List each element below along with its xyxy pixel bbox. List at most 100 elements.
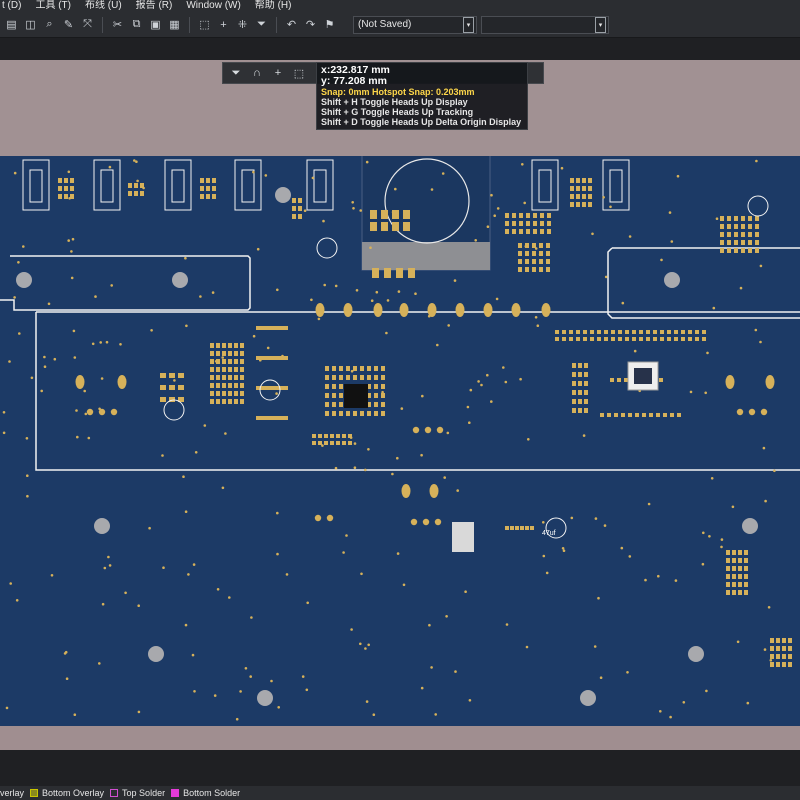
smd-pad xyxy=(210,383,214,388)
layer-tab-top-solder[interactable]: Top Solder xyxy=(110,788,165,798)
copy-icon[interactable]: ⧉ xyxy=(129,17,144,32)
layer-tab-bottom-solder[interactable]: Bottom Solder xyxy=(171,788,240,798)
select-rect-icon[interactable]: ⬚ xyxy=(292,66,306,80)
via xyxy=(668,211,672,214)
smd-pad xyxy=(660,337,664,341)
menu-item-help[interactable]: 帮助 (H) xyxy=(255,0,292,12)
tools-icon[interactable]: ⚑ xyxy=(322,17,337,32)
smd-pad xyxy=(532,251,536,256)
toolbar-separator xyxy=(102,16,103,33)
chevron-down-icon[interactable]: ▾ xyxy=(595,16,606,33)
hud-hint-toggle-delta: Shift + D Toggle Heads Up Delta Origin D… xyxy=(321,117,522,127)
smd-pad xyxy=(336,434,340,438)
cut-icon[interactable]: ✂ xyxy=(110,17,125,32)
smd-pad xyxy=(547,213,551,218)
smd-pad xyxy=(732,574,736,579)
smd-pad xyxy=(584,399,588,404)
smd-pad xyxy=(547,221,551,226)
via xyxy=(162,566,165,569)
rubberstamp-icon[interactable]: ▦ xyxy=(167,17,182,32)
ic-soic xyxy=(452,522,474,552)
smd-pad xyxy=(234,375,238,380)
via xyxy=(370,299,374,303)
smd-pad xyxy=(744,550,748,555)
smd-pad xyxy=(674,330,678,334)
filter-icon[interactable]: ⏷ xyxy=(229,66,243,80)
pcb-workspace[interactable]: 47uf xyxy=(0,38,800,786)
via xyxy=(161,454,164,457)
via xyxy=(428,623,431,627)
smd-pad xyxy=(569,337,573,341)
smd-pad xyxy=(505,229,509,234)
via xyxy=(305,688,309,692)
smd-pad xyxy=(330,441,334,445)
cross-icon[interactable]: + xyxy=(271,66,285,80)
smd-pad xyxy=(748,216,752,221)
select-area-icon[interactable]: ⬚ xyxy=(197,17,212,32)
zoom-icon[interactable]: ⌕ xyxy=(42,17,57,32)
via xyxy=(545,571,549,575)
redo-icon[interactable]: ↷ xyxy=(303,17,318,32)
smd-pad xyxy=(727,232,731,237)
smd-pad xyxy=(702,330,706,334)
smd-pad xyxy=(216,375,220,380)
via xyxy=(182,475,185,479)
via xyxy=(119,343,122,346)
round-pad xyxy=(760,408,768,416)
via xyxy=(2,431,6,435)
menu-item-tools[interactable]: 工具 (T) xyxy=(35,0,71,12)
via xyxy=(99,341,102,344)
pcb-board-view[interactable]: 47uf xyxy=(0,38,800,786)
layer-set-select[interactable]: ▾ xyxy=(481,15,609,34)
via xyxy=(194,451,198,454)
magnet-icon[interactable]: ∩ xyxy=(250,66,264,80)
select-icon[interactable]: ◫ xyxy=(23,17,38,32)
smd-pad xyxy=(312,434,316,438)
smd-pad xyxy=(732,590,736,595)
smd-pad xyxy=(578,399,582,404)
variant-select[interactable]: (Not Saved) ▾ xyxy=(353,15,477,34)
via xyxy=(211,291,215,294)
menu-item-route[interactable]: 布线 (U) xyxy=(85,0,122,12)
via xyxy=(521,163,524,166)
mounting-hole xyxy=(172,272,188,288)
undo-icon[interactable]: ↶ xyxy=(284,17,299,32)
via xyxy=(50,574,54,577)
via xyxy=(490,400,493,403)
paste-icon[interactable]: ▣ xyxy=(148,17,163,32)
smd-pad xyxy=(741,240,745,245)
cross-icon[interactable]: + xyxy=(216,17,231,32)
smd-pad xyxy=(667,337,671,341)
smd-pad xyxy=(381,210,388,219)
layer-tab-top-overlay[interactable]: verlay xyxy=(0,788,24,798)
via xyxy=(285,573,289,576)
highlight-icon[interactable]: ✎ xyxy=(61,17,76,32)
via xyxy=(454,670,457,673)
layer-tab-bottom-overlay[interactable]: Bottom Overlay xyxy=(30,788,104,798)
smd-pad xyxy=(649,413,653,417)
move-icon[interactable]: ⁜ xyxy=(235,17,250,32)
smd-pad xyxy=(741,224,745,229)
menu-item-file[interactable]: t (D) xyxy=(2,0,21,12)
smd-pad xyxy=(64,194,68,199)
via xyxy=(538,253,542,256)
via xyxy=(353,442,357,445)
via xyxy=(9,582,12,585)
smd-pad xyxy=(332,375,336,380)
smd-pad xyxy=(569,330,573,334)
smd-pad xyxy=(210,359,214,364)
menu-item-reports[interactable]: 报告 (R) xyxy=(136,0,173,12)
via xyxy=(252,170,255,174)
filter-icon[interactable]: ⏷ xyxy=(254,17,269,32)
via xyxy=(303,209,307,212)
cross-probe-icon[interactable]: ⤧ xyxy=(80,17,95,32)
smd-pad xyxy=(578,363,582,368)
open-icon[interactable]: ▤ xyxy=(4,17,19,32)
oval-pad xyxy=(427,303,437,317)
chevron-down-icon[interactable]: ▾ xyxy=(463,16,474,33)
menu-item-window[interactable]: Window (W) xyxy=(186,0,240,12)
heads-up-display: x:232.817 mm y: 77.208 mm Snap: 0mm Hots… xyxy=(316,62,528,130)
via xyxy=(560,166,564,170)
smd-pad xyxy=(353,375,357,380)
smd-pad xyxy=(607,413,611,417)
